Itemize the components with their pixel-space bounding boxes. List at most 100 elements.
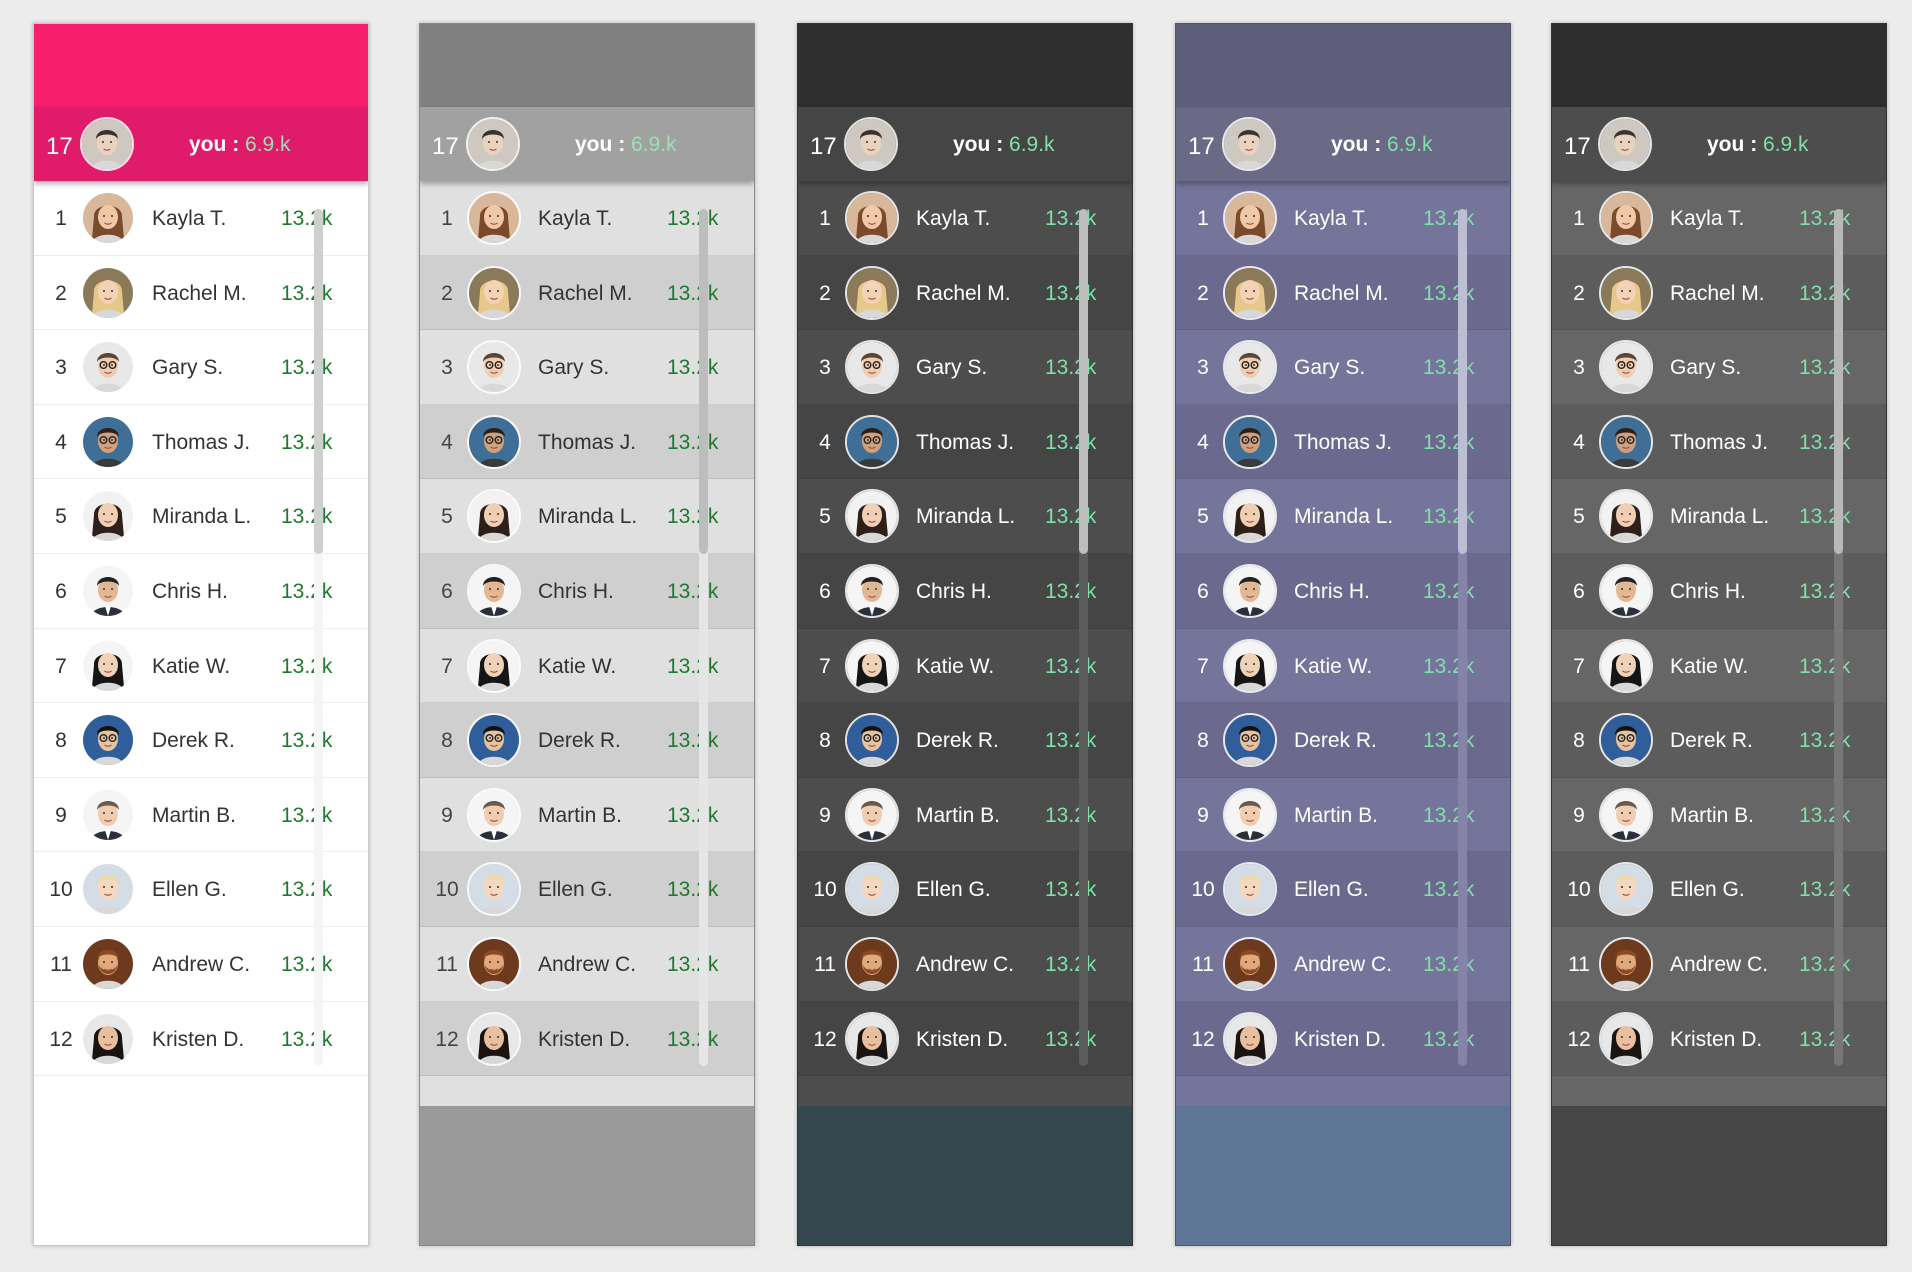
player-rank: 10 bbox=[435, 878, 459, 902]
avatar-image bbox=[83, 491, 133, 542]
scrollbar[interactable] bbox=[314, 209, 323, 1066]
avatar-image bbox=[847, 193, 897, 243]
current-user-avatar bbox=[466, 117, 520, 171]
avatar-image bbox=[469, 416, 519, 467]
player-score: 13.2k bbox=[667, 430, 719, 454]
current-user-row[interactable]: 17 you : 6.9.k bbox=[1552, 107, 1886, 181]
scrollbar-thumb[interactable] bbox=[1079, 209, 1088, 554]
avatar-image bbox=[847, 565, 897, 616]
player-score: 13.2k bbox=[1045, 952, 1097, 976]
avatar-image bbox=[847, 715, 897, 766]
player-score: 13.2k bbox=[667, 654, 719, 678]
avatar-image bbox=[83, 640, 133, 691]
player-name: Gary S. bbox=[538, 356, 610, 380]
player-rank: 11 bbox=[1568, 952, 1590, 976]
player-rank: 7 bbox=[819, 654, 831, 678]
man-glasses-avatar bbox=[1599, 340, 1653, 395]
current-user-score: 6.9.k bbox=[1009, 133, 1055, 156]
player-name: Ellen G. bbox=[1670, 878, 1745, 902]
player-score: 13.2k bbox=[1045, 505, 1097, 529]
panel-header bbox=[1552, 24, 1886, 107]
panel-footer bbox=[34, 1106, 368, 1245]
player-score: 13.2k bbox=[667, 1027, 719, 1051]
panel-footer bbox=[420, 1106, 754, 1245]
player-rank: 2 bbox=[1197, 281, 1209, 305]
man-glasses-avatar bbox=[1223, 340, 1277, 395]
man-suit-avatar bbox=[1223, 563, 1277, 618]
player-name: Rachel M. bbox=[916, 281, 1011, 305]
man-beard-avatar bbox=[81, 936, 135, 991]
player-rank: 1 bbox=[55, 207, 67, 230]
woman-dark-hair-avatar bbox=[1599, 489, 1653, 544]
avatar-image bbox=[83, 864, 133, 915]
player-name: Andrew C. bbox=[916, 952, 1015, 976]
player-rank: 6 bbox=[55, 579, 67, 603]
player-name: Ellen G. bbox=[152, 878, 227, 902]
player-score: 13.2k bbox=[1045, 430, 1097, 454]
man-sunglasses-avatar bbox=[1223, 414, 1277, 469]
avatar-image bbox=[468, 119, 518, 169]
current-user-row[interactable]: 17 you : 6.9.k bbox=[420, 107, 754, 181]
woman-brown-hair-avatar bbox=[1599, 191, 1653, 245]
current-user-avatar bbox=[1222, 117, 1276, 171]
avatar-image bbox=[469, 640, 519, 691]
player-rank: 1 bbox=[819, 207, 831, 230]
player-score: 13.2k bbox=[667, 729, 719, 753]
woman-dark-long-hair-avatar bbox=[467, 1011, 521, 1066]
player-rank: 4 bbox=[441, 430, 453, 454]
avatar-image bbox=[1601, 491, 1651, 542]
man-beard-avatar bbox=[845, 936, 899, 991]
panel-footer bbox=[1552, 1106, 1886, 1245]
man-sunglasses-avatar bbox=[81, 414, 135, 469]
player-score: 13.2k bbox=[1045, 729, 1097, 753]
man-suit-smiling-avatar bbox=[1223, 787, 1277, 842]
avatar-image bbox=[847, 938, 897, 989]
current-user-row[interactable]: 17 you : 6.9.k bbox=[798, 107, 1132, 181]
man-suit-smiling-avatar bbox=[1599, 787, 1653, 842]
woman-dark-hair-avatar bbox=[845, 489, 899, 544]
player-score: 13.2k bbox=[281, 952, 333, 976]
player-rank: 3 bbox=[819, 356, 831, 380]
current-user-summary: you : 6.9.k bbox=[1331, 133, 1433, 157]
current-user-row[interactable]: 17 you : 6.9.k bbox=[1176, 107, 1510, 181]
player-name: Katie W. bbox=[1670, 654, 1749, 678]
avatar-image bbox=[1225, 491, 1275, 542]
avatar-image bbox=[469, 565, 519, 616]
you-label: you bbox=[953, 133, 991, 156]
avatar-image bbox=[83, 715, 133, 766]
scrollbar-thumb[interactable] bbox=[1458, 209, 1467, 554]
scrollbar-thumb[interactable] bbox=[1834, 209, 1843, 554]
scrollbar[interactable] bbox=[699, 209, 708, 1066]
man-suit-avatar bbox=[467, 563, 521, 618]
scrollbar[interactable] bbox=[1834, 209, 1843, 1066]
panel-header bbox=[798, 24, 1132, 107]
avatar-image bbox=[83, 938, 133, 989]
scrollbar[interactable] bbox=[1458, 209, 1467, 1066]
you-label: you bbox=[189, 133, 227, 156]
avatar-image bbox=[1225, 1013, 1275, 1064]
player-name: Miranda L. bbox=[1670, 505, 1770, 529]
avatar-image bbox=[1601, 416, 1651, 467]
player-score: 13.2k bbox=[281, 430, 333, 454]
woman-blonde-hair-avatar bbox=[1599, 265, 1653, 320]
avatar-image bbox=[1224, 119, 1274, 169]
player-rank: 10 bbox=[1191, 878, 1215, 902]
player-name: Derek R. bbox=[152, 729, 235, 753]
player-name: Andrew C. bbox=[538, 952, 637, 976]
scrollbar-thumb[interactable] bbox=[699, 209, 708, 554]
player-score: 13.2k bbox=[281, 878, 333, 902]
scrollbar[interactable] bbox=[1079, 209, 1088, 1066]
player-rank: 8 bbox=[1197, 729, 1209, 753]
woman-dark-hair-avatar bbox=[467, 489, 521, 544]
avatar-image bbox=[83, 267, 133, 318]
current-user-rank: 17 bbox=[1564, 133, 1591, 160]
avatar-image bbox=[469, 342, 519, 393]
current-user-row[interactable]: 17 you : 6.9.k bbox=[34, 107, 368, 181]
man-suit-smiling-avatar bbox=[845, 787, 899, 842]
avatar-image bbox=[1601, 342, 1651, 393]
player-name: Ellen G. bbox=[916, 878, 991, 902]
player-name: Martin B. bbox=[916, 803, 1001, 827]
leaderboard-panel-purple-gray: 17 you : 6.9.k 1 Kayla T. 13.2k 2 Rachel… bbox=[1175, 23, 1511, 1246]
scrollbar-thumb[interactable] bbox=[314, 209, 323, 554]
player-rank: 5 bbox=[1197, 505, 1209, 529]
